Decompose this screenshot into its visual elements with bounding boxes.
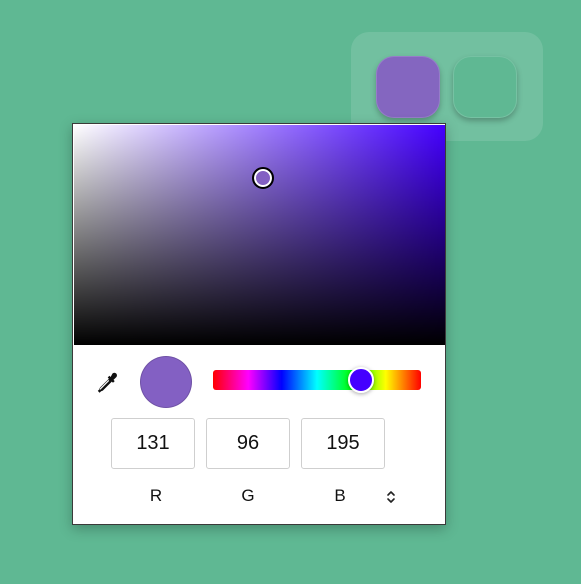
hue-slider[interactable] — [213, 367, 421, 393]
eyedropper-icon[interactable] — [93, 369, 121, 397]
green-label: G — [241, 486, 255, 505]
saturation-value-cursor[interactable] — [252, 166, 275, 189]
blue-label: B — [334, 486, 346, 505]
color-picker-popover: R G B — [72, 123, 446, 525]
green-input[interactable] — [206, 418, 290, 469]
red-input[interactable] — [111, 418, 195, 469]
red-label: R — [149, 486, 163, 505]
selected-color-preview — [140, 356, 192, 408]
swatch-purple[interactable] — [376, 56, 440, 118]
swatch-green[interactable] — [453, 56, 517, 118]
mode-toggle-chevrons-icon[interactable] — [383, 488, 399, 506]
hue-slider-thumb[interactable] — [348, 367, 375, 393]
blue-input[interactable] — [301, 418, 385, 469]
saturation-value-area[interactable] — [74, 125, 445, 345]
value-gradient — [74, 125, 445, 345]
